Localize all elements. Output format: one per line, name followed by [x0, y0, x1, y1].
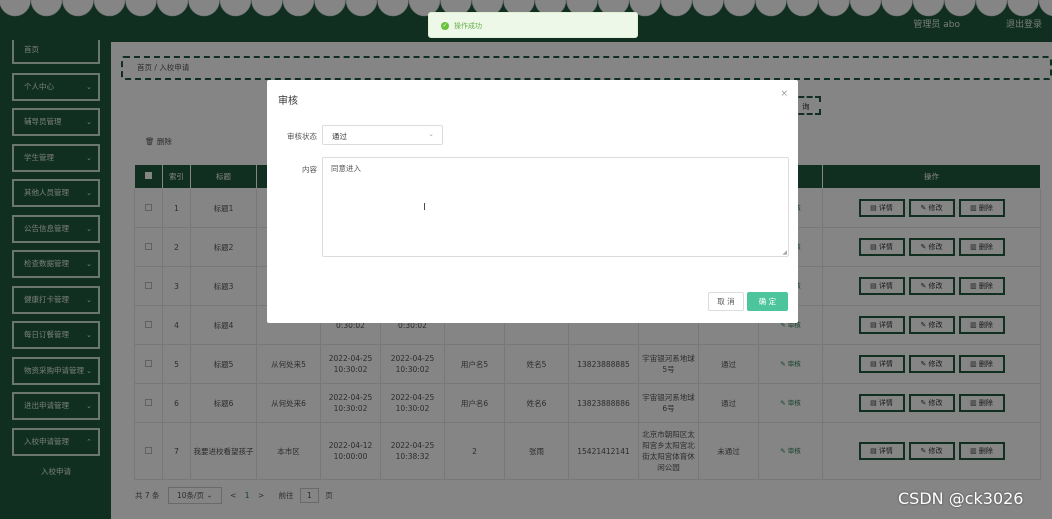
status-select[interactable]: 通过 ⌄ — [322, 125, 443, 145]
check-circle-icon: ✓ — [441, 22, 449, 30]
dialog-title: 审核 — [278, 96, 298, 107]
text-cursor-icon: I — [423, 202, 426, 213]
audit-dialog: 审核 × 审核状态 通过 ⌄ 内容 同意进入 I ◢ 取 消 确 定 — [267, 80, 798, 323]
success-toast: ✓ 操作成功 — [428, 12, 638, 38]
watermark: CSDN @ck3026 — [898, 489, 1024, 508]
resize-handle-icon[interactable]: ◢ — [782, 249, 787, 256]
close-icon[interactable]: × — [780, 89, 788, 99]
content-text: 同意进入 — [331, 164, 361, 173]
chevron-down-icon: ⌄ — [428, 130, 434, 138]
status-label: 审核状态 — [287, 132, 317, 141]
content-textarea[interactable]: 同意进入 I ◢ — [322, 157, 789, 257]
status-select-value: 通过 — [332, 132, 347, 141]
confirm-button[interactable]: 确 定 — [747, 292, 788, 311]
cancel-button[interactable]: 取 消 — [708, 292, 744, 311]
content-label: 内容 — [302, 165, 317, 174]
toast-message: 操作成功 — [454, 22, 482, 30]
